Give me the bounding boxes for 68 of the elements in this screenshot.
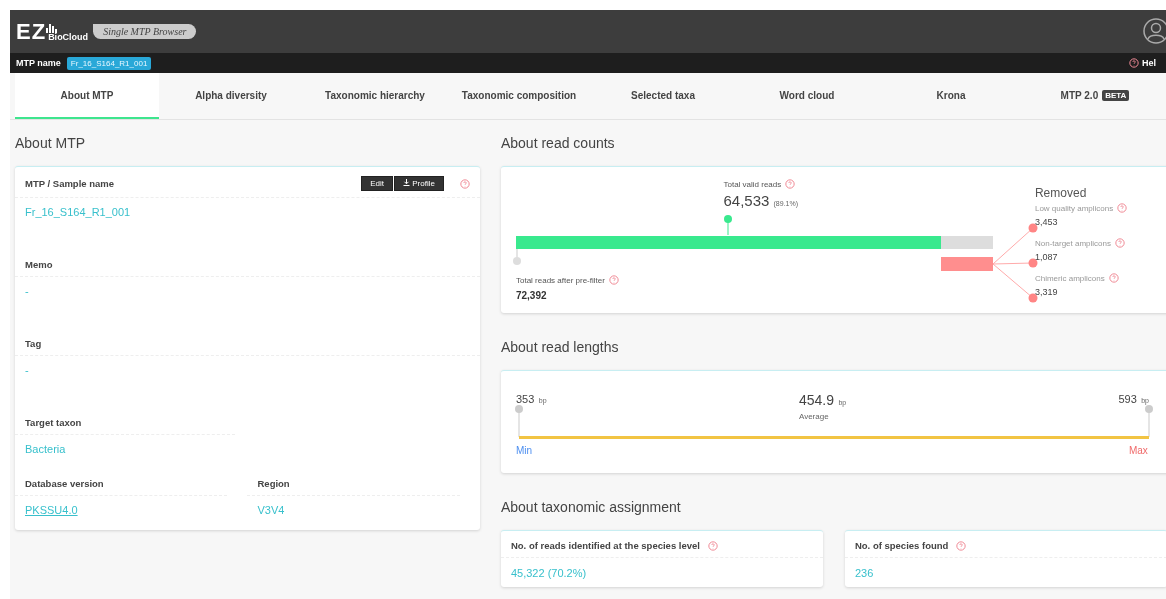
logo-subtext: BioCloud [48,31,89,42]
help-icon[interactable] [707,540,718,551]
section-title: About MTP [15,135,87,151]
removed-value: 1,087 [1034,252,1059,262]
stat-label: No. of reads identified at the species level [510,540,700,551]
beta-badge: BETA [1102,89,1130,101]
app-subtitle: Single MTP Browser [93,24,197,39]
nav-tab[interactable]: Selected taxa [591,73,735,119]
max-label: Max [1128,445,1148,456]
stat-value: 236 [853,566,875,581]
stat-value: 45,322 (70.2%) [509,566,588,581]
max-length: 593 [1118,393,1137,405]
logo-text: EZ [16,18,47,45]
field-value: - [25,285,29,297]
help-icon[interactable] [785,179,796,189]
nav-tab[interactable]: Taxonomic hierarchy [303,73,447,119]
removed-label: Low quality amplicons [1034,203,1114,213]
removed-label: Non-target amplicons [1034,238,1111,248]
field-label: Memo [25,259,54,270]
marker-pin-icon [724,215,733,235]
removed-bar [940,257,993,271]
nav-tab[interactable]: About MTP [15,73,159,119]
prefilter-label: Total reads after pre-filter [515,275,605,285]
removed-label: Chimeric amplicons [1034,273,1105,283]
nav-tab[interactable]: Taxonomic composition [447,73,591,119]
bars-icon [46,22,58,33]
user-avatar-icon[interactable] [1143,18,1166,44]
field-value: Fr_16_S164_R1_001 [25,206,131,218]
help-link[interactable]: Hel [1142,58,1156,68]
section-title: About read lengths [500,339,620,355]
min-length: 353 [515,393,535,405]
field-label: Tag [25,338,43,349]
valid-reads-value: 64,533 [723,192,770,209]
field-value: Bacteria [25,443,66,455]
field-label: Target taxon [25,417,83,428]
profile-button[interactable]: Profile [394,176,444,191]
help-icon[interactable] [1108,273,1119,283]
average-length: 454.9 [798,392,834,408]
nav-tab[interactable]: MTP 2.0 BETA [1023,73,1166,119]
prefilter-value: 72,392 [515,290,548,301]
nav-tab[interactable]: Word cloud [735,73,879,119]
field-label: MTP / Sample name [25,178,116,189]
removed-value: 3,453 [1034,217,1059,227]
field-value: - [25,364,29,376]
stat-label: No. of species found [854,540,949,551]
start-marker-icon [512,249,521,265]
field-label: Database version [25,478,105,489]
edit-button[interactable]: Edit [361,176,394,191]
mtp-name-label: MTP name [16,58,61,68]
removed-title: Removed [1034,185,1088,202]
section-title: About taxonomic assignment [500,499,682,515]
field-value: V3V4 [257,504,285,516]
average-label: Average [798,412,830,421]
valid-reads-label: Total valid reads [723,179,782,189]
removed-value: 3,319 [1034,287,1059,297]
nav-tab[interactable]: Krona [879,73,1023,119]
help-icon[interactable] [1129,58,1139,68]
help-icon[interactable] [1115,238,1125,248]
download-icon [403,179,411,186]
field-label: Region [257,478,291,489]
mtp-name-tag: Fr_16_S164_R1_001 [66,56,152,70]
help-icon[interactable] [608,275,619,285]
min-label: Min [515,445,533,456]
help-icon[interactable] [1117,203,1128,213]
section-title: About read counts [500,135,616,151]
nav-tab[interactable]: Alpha diversity [159,73,303,119]
help-icon[interactable] [459,178,470,189]
help-icon[interactable] [956,540,967,551]
